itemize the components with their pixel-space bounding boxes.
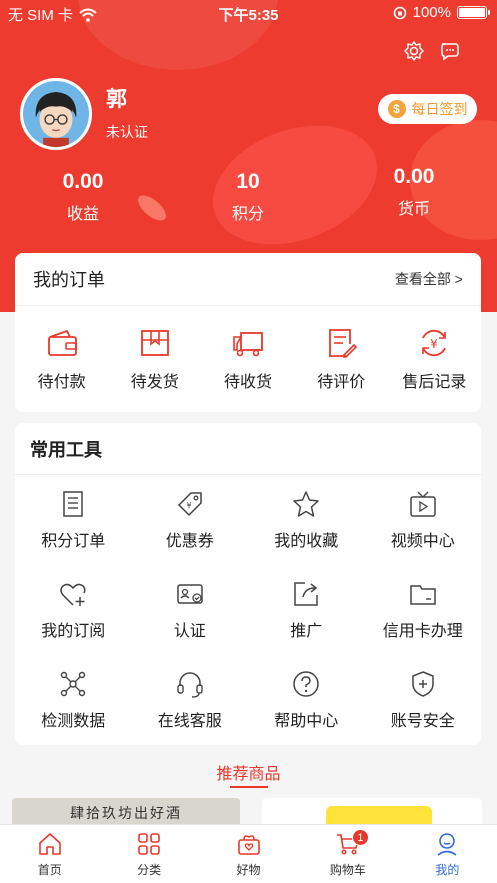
orientation-lock-icon (393, 6, 406, 19)
stat-value: 0.00 (62, 170, 104, 193)
tool-help-center[interactable]: 帮助中心 (248, 655, 365, 745)
coin-icon: $ (387, 100, 406, 118)
tab-bar: 首页 分类 好物 1 购物车 我的 (0, 824, 497, 883)
tab-label: 好物 (236, 863, 261, 877)
tool-label: 账号安全 (390, 713, 455, 730)
tool-label: 检测数据 (41, 713, 106, 730)
network-icon (61, 671, 86, 697)
battery-percent: 100% (412, 4, 451, 21)
tool-points-orders[interactable]: 积分订单 (15, 475, 132, 565)
order-label: 待收货 (224, 374, 273, 391)
tab-category[interactable]: 分类 (99, 825, 198, 883)
coupon-tag-icon: ¥ (177, 492, 202, 517)
refund-icon: ¥ (422, 329, 447, 357)
tool-video-center[interactable]: 视频中心 (365, 475, 482, 565)
tool-test-data[interactable]: 检测数据 (15, 655, 132, 745)
tool-label: 认证 (173, 623, 206, 640)
tool-coupons[interactable]: ¥ 优惠券 (132, 475, 249, 565)
document-icon (63, 491, 83, 517)
verification-status[interactable]: 未认证 (106, 122, 148, 142)
gift-icon (237, 835, 260, 855)
tools-card: 常用工具 积分订单 ¥ 优惠券 我的收藏 视频中心 我的订阅 认证 推广 信用卡… (15, 423, 481, 745)
star-icon (293, 491, 319, 517)
stat-value: 0.00 (393, 165, 435, 188)
stat-points[interactable]: 10 积分 (188, 170, 308, 224)
recommend-underline (230, 786, 268, 788)
svg-text:¥: ¥ (431, 337, 439, 351)
cart-badge: 1 (351, 829, 369, 846)
truck-icon (233, 332, 263, 357)
box-icon (140, 330, 169, 356)
status-bar: 无 SIM 卡 下午5:35 100% (0, 0, 497, 26)
tab-home[interactable]: 首页 (0, 825, 99, 883)
tool-online-service[interactable]: 在线客服 (132, 655, 249, 745)
category-icon (138, 833, 160, 855)
order-label: 待付款 (37, 374, 86, 391)
stat-label: 收益 (66, 206, 99, 223)
order-after-sales[interactable]: ¥ 售后记录 (388, 326, 481, 392)
stat-earnings[interactable]: 0.00 收益 (23, 170, 143, 224)
tab-profile[interactable]: 我的 (398, 825, 497, 883)
share-icon (294, 582, 318, 606)
id-card-icon (177, 584, 203, 604)
help-icon (293, 671, 319, 697)
tab-label: 购物车 (329, 863, 366, 877)
order-pending-shipment[interactable]: 待发货 (108, 326, 201, 392)
order-label: 待评价 (317, 374, 366, 391)
review-icon (329, 329, 358, 358)
orders-title: 我的订单 (33, 270, 105, 290)
tab-label: 我的 (435, 863, 460, 877)
tool-label: 积分订单 (41, 533, 106, 550)
svg-text:¥: ¥ (186, 501, 191, 510)
order-pending-receipt[interactable]: 待收货 (201, 326, 294, 392)
headset-icon (177, 672, 203, 698)
tool-subscriptions[interactable]: 我的订阅 (15, 565, 132, 655)
folder-icon (410, 585, 436, 605)
tool-label: 我的订阅 (41, 623, 106, 640)
tool-credit-card[interactable]: 信用卡办理 (365, 565, 482, 655)
tool-label: 帮助中心 (274, 713, 339, 730)
shield-icon (412, 671, 434, 697)
tab-cart[interactable]: 1 购物车 (298, 825, 397, 883)
order-label: 待发货 (130, 374, 179, 391)
tab-goods[interactable]: 好物 (199, 825, 298, 883)
view-all-orders-link[interactable]: 查看全部 > (395, 269, 463, 289)
recommend-title: 推荐商品 (216, 766, 281, 783)
tab-label: 首页 (37, 863, 62, 877)
profile-icon (437, 833, 457, 856)
tv-icon (410, 491, 436, 517)
order-pending-payment[interactable]: 待付款 (15, 326, 108, 392)
orders-card: 我的订单 查看全部 > 待付款 待发货 待收货 待评价 ¥ 售后记录 (15, 253, 481, 412)
stat-label: 积分 (231, 206, 264, 223)
tool-label: 视频中心 (390, 533, 455, 550)
stat-value: 10 (236, 170, 260, 193)
settings-gear-icon[interactable] (403, 40, 425, 62)
user-name: 郭 (106, 88, 127, 111)
daily-signin-label: 每日签到 (411, 101, 468, 117)
tool-label: 在线客服 (157, 713, 222, 730)
tool-label: 我的收藏 (274, 533, 339, 550)
tool-verification[interactable]: 认证 (132, 565, 249, 655)
wallet-icon (47, 329, 77, 356)
product-banner-text: 肆拾玖坊出好酒 (70, 806, 182, 822)
tab-label: 分类 (137, 863, 162, 877)
home-icon (38, 833, 61, 855)
stat-currency[interactable]: 0.00 货币 (354, 165, 474, 219)
order-pending-review[interactable]: 待评价 (295, 326, 388, 392)
stat-label: 货币 (397, 201, 430, 218)
battery-icon (457, 6, 490, 19)
heart-plus-icon (60, 583, 86, 606)
tool-label: 优惠券 (165, 533, 214, 550)
order-label: 售后记录 (402, 374, 467, 391)
tools-title: 常用工具 (15, 423, 481, 475)
message-chat-icon[interactable] (439, 40, 461, 62)
tool-promotion[interactable]: 推广 (248, 565, 365, 655)
tool-favorites[interactable]: 我的收藏 (248, 475, 365, 565)
tool-label: 信用卡办理 (382, 623, 463, 640)
tool-label: 推广 (290, 623, 323, 640)
avatar[interactable] (20, 78, 92, 150)
tool-account-security[interactable]: 账号安全 (365, 655, 482, 745)
daily-signin-button[interactable]: $ 每日签到 (378, 94, 477, 124)
